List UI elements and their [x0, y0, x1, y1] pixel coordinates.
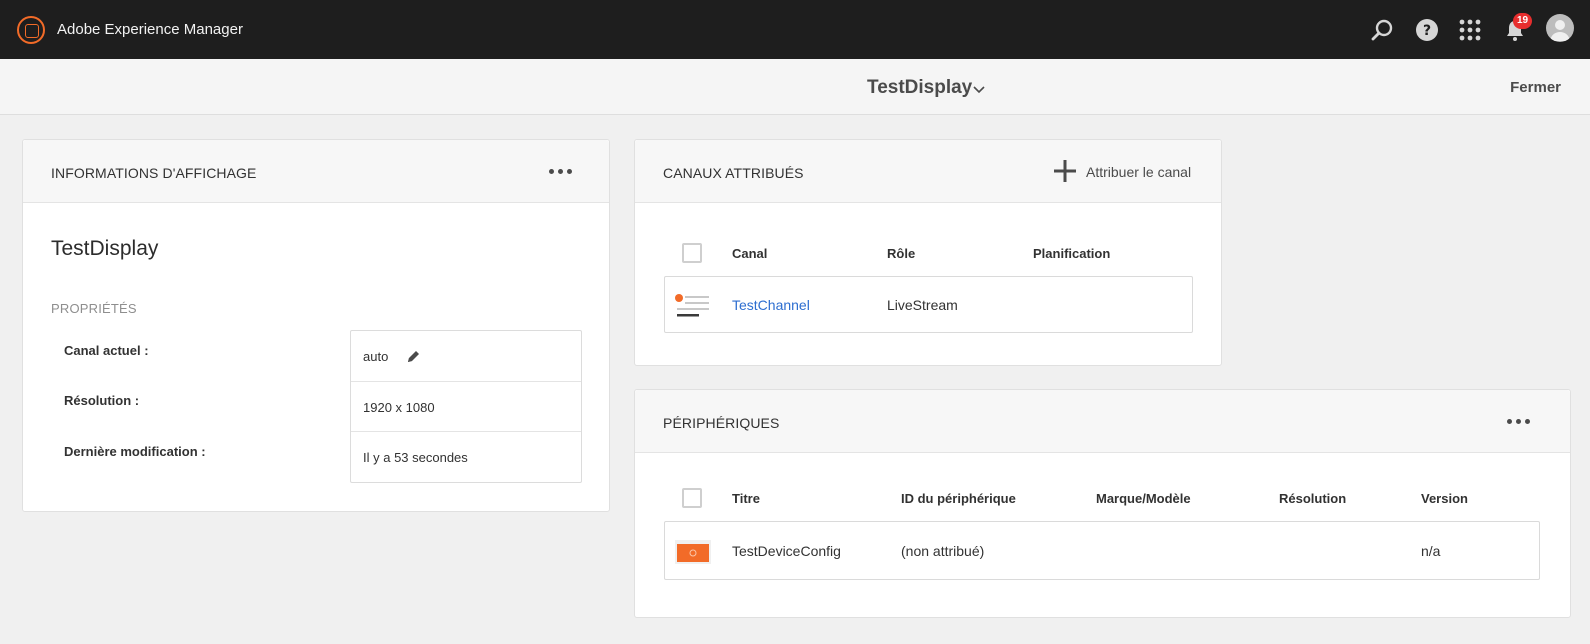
device-id: (non attribué) — [901, 543, 985, 559]
column-header-title[interactable]: Titre — [732, 491, 760, 506]
page-title[interactable]: TestDisplay — [867, 77, 972, 99]
channel-thumbnail-icon — [675, 294, 709, 317]
app-title[interactable]: Adobe Experience Manager — [57, 21, 243, 38]
channel-name-link[interactable]: TestChannel — [732, 297, 810, 313]
table-row[interactable]: TestChannel LiveStream — [664, 276, 1193, 333]
column-header-channel[interactable]: Canal — [732, 246, 767, 261]
edit-pencil-icon[interactable] — [405, 349, 421, 365]
card-title: PÉRIPHÉRIQUES — [663, 415, 780, 431]
title-bar: TestDisplay Fermer — [0, 59, 1590, 115]
chevron-down-icon[interactable] — [973, 84, 985, 94]
assign-channel-label: Attribuer le canal — [1086, 164, 1192, 180]
display-name: TestDisplay — [51, 237, 159, 260]
card-title: CANAUX ATTRIBUÉS — [663, 165, 804, 181]
divider — [351, 431, 581, 432]
card-title: INFORMATIONS D'AFFICHAGE — [51, 165, 257, 181]
property-label-resolution: Résolution : — [64, 393, 140, 408]
card-header: PÉRIPHÉRIQUES — [635, 390, 1570, 453]
resolution-value: 1920 x 1080 — [363, 400, 435, 415]
column-header-schedule[interactable]: Planification — [1033, 246, 1110, 261]
column-header-role[interactable]: Rôle — [887, 246, 915, 261]
card-header: CANAUX ATTRIBUÉS Attribuer le canal — [635, 140, 1221, 203]
last-modified-value: Il y a 53 secondes — [363, 450, 468, 465]
channel-role: LiveStream — [887, 297, 958, 313]
help-icon[interactable]: ? — [1415, 18, 1439, 42]
device-title: TestDeviceConfig — [732, 543, 841, 559]
plus-icon — [1054, 160, 1076, 182]
svg-text:?: ? — [1423, 23, 1431, 39]
properties-values-box: auto 1920 x 1080 Il y a 53 secondes — [350, 330, 582, 483]
column-header-device-id[interactable]: ID du périphérique — [901, 491, 1016, 506]
properties-heading: PROPRIÉTÉS — [51, 301, 137, 316]
devices-card: PÉRIPHÉRIQUES Titre ID du périphérique M… — [634, 389, 1571, 618]
device-thumbnail-icon — [675, 540, 711, 564]
card-header: INFORMATIONS D'AFFICHAGE — [23, 140, 609, 203]
column-header-brand-model[interactable]: Marque/Modèle — [1096, 491, 1191, 506]
assigned-channels-card: CANAUX ATTRIBUÉS Attribuer le canal Cana… — [634, 139, 1222, 366]
apps-grid-icon[interactable] — [1458, 18, 1482, 42]
device-version: n/a — [1421, 543, 1441, 559]
more-actions-icon[interactable] — [549, 161, 575, 181]
more-actions-icon[interactable] — [1507, 411, 1533, 431]
search-icon[interactable] — [1370, 18, 1394, 42]
display-info-card: INFORMATIONS D'AFFICHAGE TestDisplay PRO… — [22, 139, 610, 512]
notification-badge: 19 — [1513, 13, 1533, 29]
user-avatar[interactable] — [1546, 14, 1574, 42]
property-label-last-modified: Dernière modification : — [64, 444, 206, 459]
shell-header: Adobe Experience Manager ? 19 — [0, 0, 1590, 59]
close-button[interactable]: Fermer — [1510, 79, 1561, 96]
select-all-checkbox[interactable] — [682, 243, 702, 263]
aem-logo-icon[interactable] — [17, 16, 45, 44]
column-header-resolution[interactable]: Résolution — [1279, 491, 1346, 506]
select-all-checkbox[interactable] — [682, 488, 702, 508]
table-row[interactable]: TestDeviceConfig (non attribué) n/a — [664, 521, 1540, 580]
property-label-current-channel: Canal actuel : — [64, 343, 149, 358]
column-header-version[interactable]: Version — [1421, 491, 1468, 506]
assign-channel-button[interactable]: Attribuer le canal — [1053, 159, 1193, 185]
divider — [351, 381, 581, 382]
current-channel-value: auto — [363, 349, 389, 364]
